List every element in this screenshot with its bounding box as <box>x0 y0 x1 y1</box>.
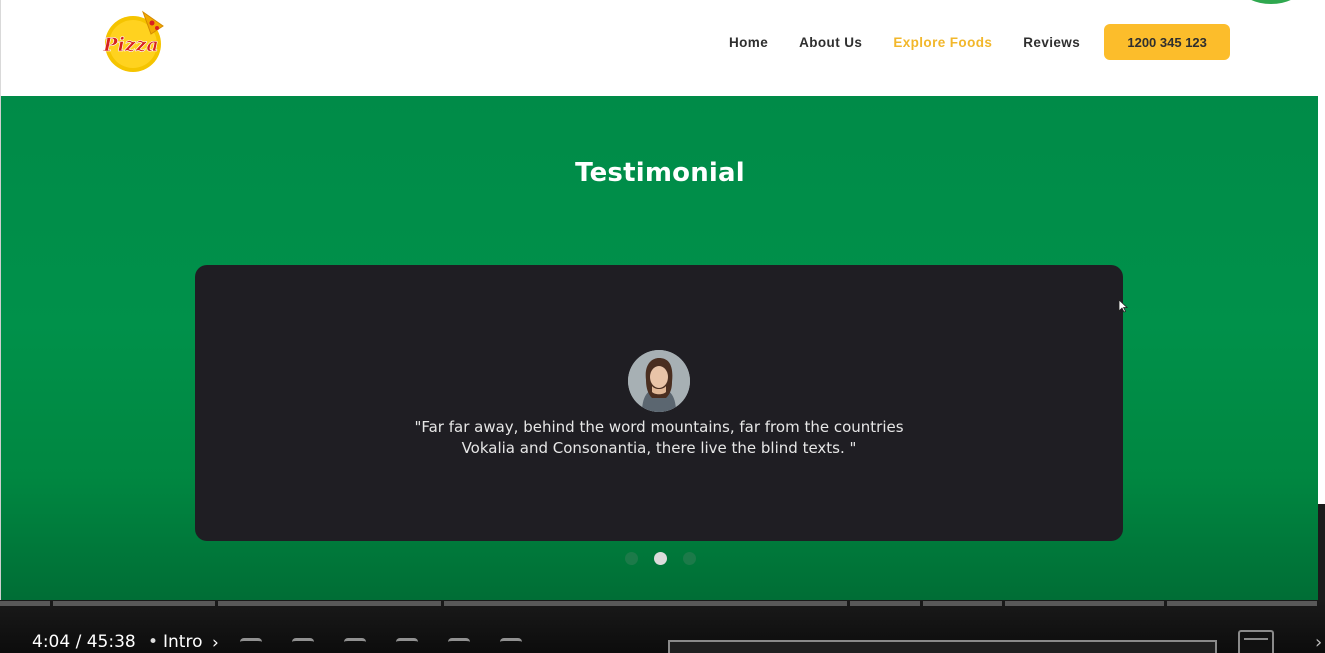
logo-text: Pizza <box>102 34 158 56</box>
time-display: 4:04 / 45:38 <box>32 632 136 652</box>
player-frame-box <box>668 640 1217 653</box>
instagram-icon[interactable] <box>500 638 522 653</box>
carousel-dots <box>1 552 1319 565</box>
youtube-icon[interactable] <box>344 638 366 653</box>
page-scrollbar-lower <box>1318 504 1325 604</box>
pizza-logo[interactable]: Pizza <box>99 8 171 76</box>
nav-home[interactable]: Home <box>729 35 768 50</box>
facebook-icon[interactable] <box>240 638 262 653</box>
time-separator: • <box>148 632 159 652</box>
site-header: Pizza Home About Us Explore Foods Review… <box>0 0 1325 96</box>
main-nav: Home About Us Explore Foods Reviews 1200… <box>701 24 1231 60</box>
share-icons <box>240 638 522 653</box>
dribbble-icon[interactable] <box>396 638 418 653</box>
quote-line-2: Vokalia and Consonantia, there live the … <box>461 439 857 457</box>
testimonial-section: Testimonial "Far far away, behind the wo… <box>0 96 1318 604</box>
pizza-logo-icon: Pizza <box>102 10 164 72</box>
mouse-cursor-icon <box>1118 299 1128 313</box>
nav-reviews[interactable]: Reviews <box>1023 35 1080 50</box>
avatar-photo-icon <box>628 350 690 412</box>
testimonial-card: "Far far away, behind the word mountains… <box>195 265 1123 541</box>
carousel-dot-3[interactable] <box>682 552 696 565</box>
chapter-segment[interactable] <box>923 601 1002 606</box>
chapter-segment[interactable] <box>850 601 920 606</box>
chapter-segment[interactable] <box>444 601 847 606</box>
chapter-title[interactable]: Intro <box>163 632 202 652</box>
quote-line-1: "Far far away, behind the word mountains… <box>414 418 904 436</box>
chapter-segment[interactable] <box>218 601 441 606</box>
nav-about-us[interactable]: About Us <box>799 35 862 50</box>
grid-icon[interactable] <box>1238 630 1274 653</box>
corner-decoration <box>1242 0 1300 4</box>
testimonial-quote: "Far far away, behind the word mountains… <box>195 417 1123 459</box>
carousel-dot-1[interactable] <box>624 552 638 565</box>
section-title: Testimonial <box>575 158 745 188</box>
phone-button[interactable]: 1200 345 123 <box>1104 24 1231 60</box>
page-scrollbar-track[interactable] <box>1318 96 1325 504</box>
avatar <box>628 350 690 412</box>
chevron-right-icon[interactable]: › <box>1315 632 1322 653</box>
chevron-right-icon[interactable]: › <box>212 633 219 653</box>
chapter-segment[interactable] <box>1167 601 1317 606</box>
linkedin-icon[interactable] <box>448 638 470 653</box>
twitter-icon[interactable] <box>292 638 314 653</box>
chapter-segment[interactable] <box>0 601 50 606</box>
chapter-progress[interactable] <box>0 601 1325 606</box>
page: Pizza Home About Us Explore Foods Review… <box>0 0 1325 653</box>
chapter-segment[interactable] <box>1005 601 1164 606</box>
chapter-segment[interactable] <box>53 601 215 606</box>
nav-explore-foods[interactable]: Explore Foods <box>893 35 992 50</box>
carousel-dot-2[interactable] <box>653 552 667 565</box>
